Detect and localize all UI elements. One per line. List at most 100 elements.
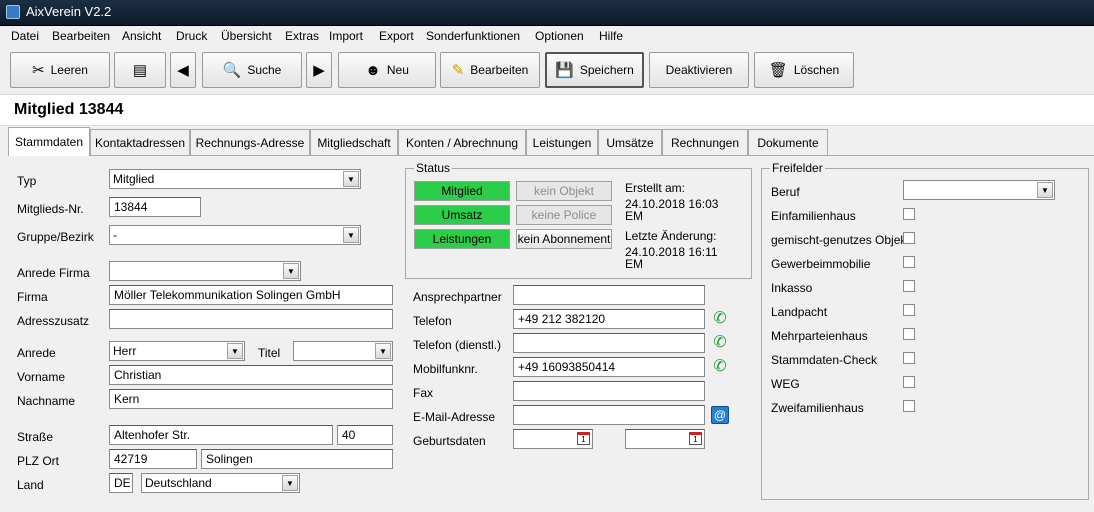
titel-select[interactable]: ▼ (293, 341, 393, 361)
status-umsatz-button[interactable]: Umsatz (414, 205, 510, 225)
mobilfunknr-field[interactable]: +49 16093850414 (513, 357, 705, 377)
ort-field[interactable]: Solingen (201, 449, 393, 469)
mehrparteienhaus-checkbox[interactable] (903, 328, 915, 340)
tab-rechnungs-adresse[interactable]: Rechnungs-Adresse (190, 129, 310, 156)
zweifamilienhaus-checkbox[interactable] (903, 400, 915, 412)
suche-label: Suche (247, 63, 282, 77)
status-kein-objekt-button[interactable]: kein Objekt (516, 181, 612, 201)
chevron-down-icon: ▼ (1037, 182, 1053, 198)
suche-button[interactable]: 🔍 Suche (202, 52, 302, 88)
email-field[interactable] (513, 405, 705, 425)
tab-rechnungen[interactable]: Rechnungen (662, 129, 748, 156)
tab-kontaktadressen[interactable]: Kontaktadressen (90, 129, 190, 156)
anrede-select[interactable]: Herr ▼ (109, 341, 245, 361)
chevron-down-icon: ▼ (282, 475, 298, 491)
arrow-left-icon: ◀ (177, 61, 189, 79)
phone-call-icon[interactable]: ✆ (711, 310, 729, 328)
menu-sonderfunktionen[interactable]: Sonderfunktionen (426, 29, 520, 43)
tab-dokumente[interactable]: Dokumente (748, 129, 828, 156)
stammdaten-check-checkbox[interactable] (903, 352, 915, 364)
phone-call-icon[interactable]: ✆ (711, 334, 729, 352)
toolbar: ✂ Leeren ▤ ◀ 🔍 Suche ▶ ☻ Neu ✎ Bearbeite… (0, 47, 1094, 95)
mitglieds-nr-label: Mitglieds-Nr. (17, 202, 84, 216)
menu-hilfe[interactable]: Hilfe (599, 29, 623, 43)
telefon-dienstl-label: Telefon (dienstl.) (413, 338, 502, 352)
typ-value: Mitglied (113, 172, 155, 186)
anrede-firma-select[interactable]: ▼ (109, 261, 301, 281)
title-bar: AixVerein V2.2 (0, 0, 1094, 26)
vorname-field[interactable]: Christian (109, 365, 393, 385)
anrede-value: Herr (113, 344, 137, 358)
tab-konten-abrechnung[interactable]: Konten / Abrechnung (398, 129, 526, 156)
landpacht-checkbox[interactable] (903, 304, 915, 316)
erstellt-label: Erstellt am: (625, 181, 686, 195)
ansprechpartner-label: Ansprechpartner (413, 290, 502, 304)
status-mitglied-button[interactable]: Mitglied (414, 181, 510, 201)
geburtsdatum-2-field[interactable]: 1 (625, 429, 705, 449)
phone-call-icon[interactable]: ✆ (711, 358, 729, 376)
status-keine-police-button[interactable]: keine Police (516, 205, 612, 225)
adresszusatz-field[interactable] (109, 309, 393, 329)
firma-field[interactable]: Möller Telekommunikation Solingen GmbH (109, 285, 393, 305)
deaktivieren-button[interactable]: Deaktivieren (649, 52, 749, 88)
letzte-aenderung-label: Letzte Änderung: (625, 229, 717, 243)
menu-bar: Datei Bearbeiten Ansicht Druck Übersicht… (0, 26, 1094, 47)
menu-druck[interactable]: Druck (176, 29, 207, 43)
strasse-label: Straße (17, 430, 54, 444)
telefon-dienstl-field[interactable] (513, 333, 705, 353)
nachname-label: Nachname (17, 394, 76, 408)
mitglieds-nr-field[interactable]: 13844 (109, 197, 201, 217)
menu-export[interactable]: Export (379, 29, 414, 43)
plz-field[interactable]: 42719 (109, 449, 197, 469)
neu-button[interactable]: ☻ Neu (338, 52, 436, 88)
hausnummer-field[interactable]: 40 (337, 425, 393, 445)
weg-checkbox[interactable] (903, 376, 915, 388)
inkasso-checkbox[interactable] (903, 280, 915, 292)
menu-extras[interactable]: Extras (285, 29, 319, 43)
status-kein-abonnement-button[interactable]: kein Abonnement (516, 229, 612, 249)
freifeld-label: Gewerbeimmobilie (771, 257, 871, 271)
speichern-button[interactable]: 💾 Speichern (545, 52, 644, 88)
calendar-icon[interactable]: 1 (577, 432, 590, 445)
beruf-select[interactable]: ▼ (903, 180, 1055, 200)
tab-mitgliedschaft[interactable]: Mitgliedschaft (310, 129, 398, 156)
menu-datei[interactable]: Datei (11, 29, 39, 43)
leeren-label: Leeren (50, 63, 88, 77)
leeren-button[interactable]: ✂ Leeren (10, 52, 110, 88)
email-send-icon[interactable]: @ (711, 406, 729, 424)
gewerbeimmobilie-checkbox[interactable] (903, 256, 915, 268)
land-select[interactable]: Deutschland ▼ (141, 473, 300, 493)
fax-field[interactable] (513, 381, 705, 401)
telefon-field[interactable]: +49 212 382120 (513, 309, 705, 329)
menu-optionen[interactable]: Optionen (535, 29, 584, 43)
einfamilienhaus-checkbox[interactable] (903, 208, 915, 220)
list-view-button[interactable]: ▤ (114, 52, 166, 88)
erstellt-user: EM (625, 209, 643, 223)
tab-leistungen[interactable]: Leistungen (526, 129, 598, 156)
pen-icon: ✎ (451, 61, 465, 79)
vorname-label: Vorname (17, 370, 66, 384)
previous-button[interactable]: ◀ (170, 52, 196, 88)
next-button[interactable]: ▶ (306, 52, 332, 88)
ansprechpartner-field[interactable] (513, 285, 705, 305)
freifeld-label: gemischt-genutzes Objekt (771, 233, 910, 247)
gemischt-genutzes-objekt-checkbox[interactable] (903, 232, 915, 244)
calendar-icon[interactable]: 1 (689, 432, 702, 445)
status-leistungen-button[interactable]: Leistungen (414, 229, 510, 249)
menu-import[interactable]: Import (329, 29, 363, 43)
strasse-field[interactable]: Altenhofer Str. (109, 425, 333, 445)
typ-select[interactable]: Mitglied ▼ (109, 169, 361, 189)
land-code-field[interactable]: DE (109, 473, 133, 493)
menu-bearbeiten[interactable]: Bearbeiten (52, 29, 110, 43)
loeschen-button[interactable]: 🗑 Löschen (754, 52, 854, 88)
bearbeiten-button[interactable]: ✎ Bearbeiten (440, 52, 540, 88)
tab-umsaetze[interactable]: Umsätze (598, 129, 662, 156)
beruf-label: Beruf (771, 185, 800, 199)
neu-label: Neu (386, 63, 409, 77)
gruppe-bezirk-select[interactable]: - ▼ (109, 225, 361, 245)
tab-stammdaten[interactable]: Stammdaten (8, 127, 90, 156)
geburtsdatum-1-field[interactable]: 1 (513, 429, 593, 449)
menu-ansicht[interactable]: Ansicht (122, 29, 161, 43)
menu-uebersicht[interactable]: Übersicht (221, 29, 272, 43)
nachname-field[interactable]: Kern (109, 389, 393, 409)
